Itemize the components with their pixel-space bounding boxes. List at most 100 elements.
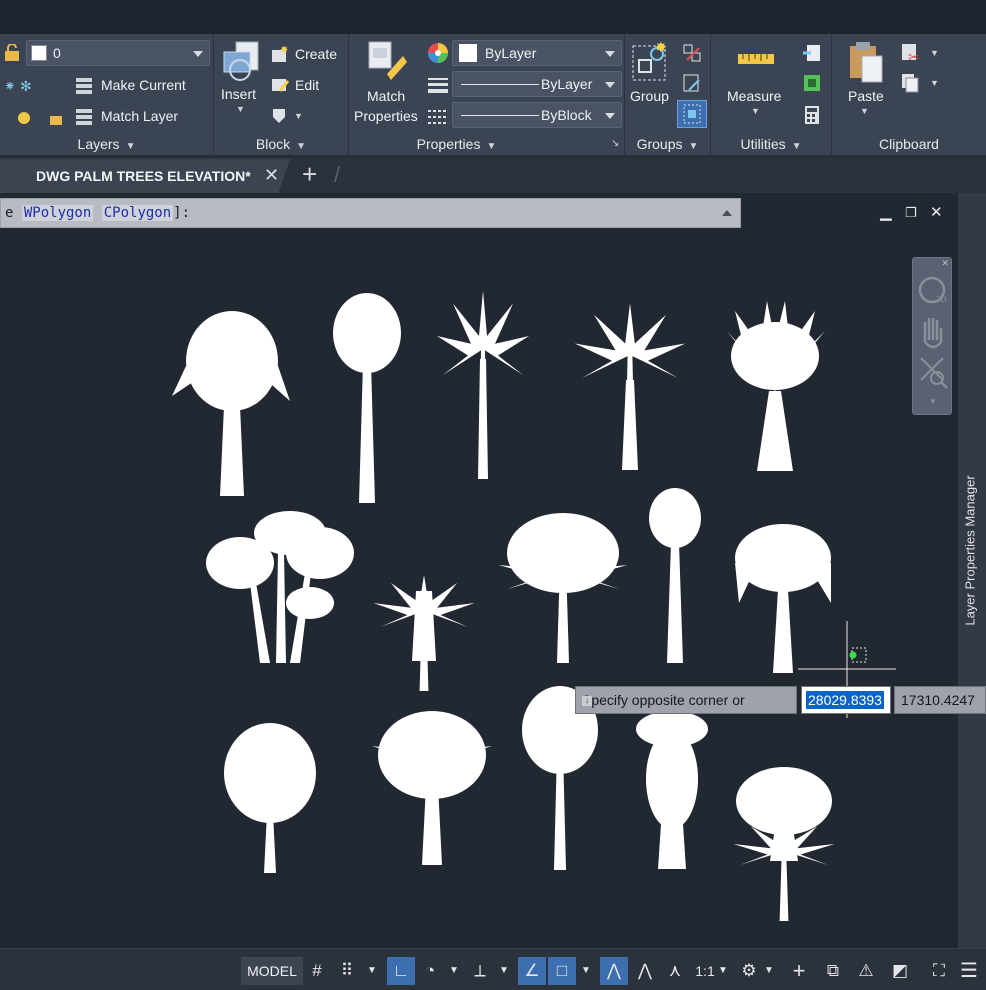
annotation-scale-icon[interactable]: ⋏ bbox=[662, 957, 688, 985]
title-bar bbox=[0, 0, 986, 34]
insert-button[interactable]: Insert bbox=[221, 86, 256, 102]
chevron-up-icon[interactable] bbox=[722, 210, 732, 216]
match-properties-icon[interactable] bbox=[367, 40, 409, 87]
drawing-canvas[interactable] bbox=[0, 193, 958, 948]
measure-button[interactable]: Measure bbox=[727, 88, 781, 104]
match-layer-icon[interactable] bbox=[74, 105, 96, 132]
group-button[interactable]: Group bbox=[630, 88, 669, 104]
color-dropdown[interactable]: ByLayer bbox=[452, 40, 622, 66]
layer-dropdown[interactable]: 0 bbox=[26, 40, 210, 66]
edit-button[interactable]: Edit bbox=[295, 77, 319, 93]
linetype-icon[interactable] bbox=[427, 108, 449, 131]
annotation-visibility-icon[interactable]: ⋀ bbox=[600, 957, 628, 985]
plus-icon[interactable]: + bbox=[786, 957, 812, 985]
group-edit-icon[interactable] bbox=[681, 72, 703, 99]
fullscreen-icon[interactable]: ⛶ bbox=[926, 957, 952, 985]
snap-mode-icon[interactable]: ⠿ bbox=[336, 957, 358, 985]
close-icon[interactable]: ✕ bbox=[264, 165, 279, 186]
group-selection-toggle[interactable] bbox=[677, 100, 707, 128]
measure-dropdown-icon[interactable]: ▼ bbox=[751, 106, 760, 116]
pan-hand-icon[interactable] bbox=[923, 318, 943, 349]
close-icon[interactable]: ✕ bbox=[930, 203, 943, 221]
layer-properties-palette-tab[interactable]: Layer Properties Manager bbox=[958, 193, 986, 948]
paste-button[interactable]: Paste bbox=[848, 88, 884, 104]
chevron-down-icon[interactable]: ▼ bbox=[762, 957, 776, 985]
command-line[interactable]: e WPolygon CPolygon]: bbox=[0, 198, 741, 228]
option-wpolygon[interactable]: WPolygon bbox=[21, 205, 94, 221]
insert-dropdown-icon[interactable]: ▼ bbox=[236, 104, 245, 114]
steering-wheel-icon[interactable]: 2D bbox=[918, 276, 946, 304]
clean-screen-icon[interactable]: ◩ bbox=[886, 957, 914, 985]
edit-block-icon[interactable] bbox=[270, 75, 290, 100]
paste-icon[interactable] bbox=[846, 40, 886, 89]
make-current-button[interactable]: Make Current bbox=[101, 77, 186, 93]
properties-panel-title[interactable]: Properties ▼ bbox=[349, 134, 624, 154]
select-all-icon[interactable] bbox=[801, 72, 823, 99]
make-current-icon[interactable] bbox=[74, 74, 96, 101]
line-sample bbox=[461, 84, 539, 85]
layers-panel-title[interactable]: Layers ▼ bbox=[0, 134, 213, 154]
match-properties-line1[interactable]: Match bbox=[367, 88, 405, 104]
create-button[interactable]: Create bbox=[295, 46, 337, 62]
utilities-panel-title[interactable]: Utilities ▼ bbox=[711, 134, 831, 154]
palm-tree bbox=[172, 311, 290, 496]
create-block-icon[interactable]: ✸ bbox=[270, 44, 290, 69]
lineweight-dropdown[interactable]: ByLayer bbox=[452, 71, 622, 97]
palm-tree bbox=[498, 513, 628, 663]
auto-scale-icon[interactable]: ⋀ bbox=[632, 957, 658, 985]
hardware-acceleration-icon[interactable]: ⚠ bbox=[852, 957, 880, 985]
insert-block-icon[interactable] bbox=[220, 40, 262, 89]
isodraft-icon[interactable]: ⟂ bbox=[468, 957, 492, 985]
chevron-down-icon[interactable]: ▼ bbox=[496, 957, 512, 985]
block-attribute-icon[interactable]: ▼ bbox=[270, 105, 306, 130]
calculator-icon[interactable] bbox=[801, 104, 823, 131]
chevron-down-icon[interactable]: ▼ bbox=[716, 957, 730, 985]
linetype-dropdown[interactable]: ByBlock bbox=[452, 102, 622, 128]
arrow-down-icon[interactable]: ↓ bbox=[582, 696, 592, 706]
chevron-down-icon[interactable]: ▼ bbox=[929, 397, 937, 406]
svg-text:✸: ✸ bbox=[280, 45, 288, 56]
restore-icon[interactable]: ❐ bbox=[905, 205, 917, 221]
object-snap-icon[interactable]: □ bbox=[548, 957, 576, 985]
clipboard-panel-title[interactable]: Clipboard bbox=[832, 134, 986, 154]
annotation-scale-value[interactable]: 1:1 bbox=[692, 957, 718, 985]
group-icon[interactable]: ✸ bbox=[631, 39, 671, 89]
zoom-extents-icon[interactable] bbox=[920, 357, 948, 389]
isolate-objects-icon[interactable]: ⧉ bbox=[820, 957, 846, 985]
chevron-down-icon[interactable]: ▼ bbox=[578, 957, 594, 985]
palm-tree bbox=[437, 290, 529, 479]
dynamic-input-y-field[interactable]: 17310.4247 bbox=[894, 686, 986, 714]
layer-properties-manager-label: Layer Properties Manager bbox=[962, 475, 978, 626]
block-panel: Insert ▼ ✸ Create Edit ▼ Block ▼ bbox=[214, 34, 349, 156]
polar-tracking-icon[interactable]: ◔ bbox=[418, 957, 442, 985]
option-cpolygon[interactable]: CPolygon bbox=[101, 205, 174, 221]
object-snap-tracking-icon[interactable]: ∠ bbox=[518, 957, 546, 985]
chevron-down-icon[interactable]: ▼ bbox=[446, 957, 462, 985]
new-tab-plus-icon[interactable]: + bbox=[302, 161, 317, 187]
color-wheel-icon[interactable] bbox=[427, 42, 449, 69]
paste-dropdown-icon[interactable]: ▼ bbox=[860, 106, 869, 116]
dynamic-input-x-field[interactable]: 28029.8393 bbox=[801, 686, 891, 714]
block-panel-title[interactable]: Block ▼ bbox=[214, 134, 348, 154]
layer-state-icon[interactable] bbox=[2, 108, 72, 133]
ungroup-icon[interactable] bbox=[681, 42, 703, 69]
copy-icon[interactable]: ▼ bbox=[900, 72, 940, 99]
freeze-icon[interactable]: ⁕ ✻ bbox=[2, 76, 42, 101]
minimize-icon[interactable]: ▁ bbox=[880, 203, 892, 221]
lock-icon[interactable] bbox=[2, 43, 22, 62]
match-layer-button[interactable]: Match Layer bbox=[101, 108, 178, 124]
lineweight-icon[interactable] bbox=[427, 76, 449, 99]
match-properties-line2[interactable]: Properties bbox=[354, 108, 418, 124]
grid-icon[interactable]: # bbox=[306, 957, 328, 985]
dialog-launcher-icon[interactable]: ↘ bbox=[611, 138, 619, 149]
groups-panel-title[interactable]: Groups ▼ bbox=[625, 134, 710, 154]
ortho-mode-icon[interactable]: ∟ bbox=[387, 957, 415, 985]
measure-icon[interactable] bbox=[737, 50, 777, 75]
cut-icon[interactable]: ✂ ▼ bbox=[900, 42, 940, 69]
model-space-button[interactable]: MODEL bbox=[241, 957, 303, 985]
tab-palm-trees-elevation[interactable]: DWG PALM TREES ELEVATION* ✕ bbox=[0, 159, 290, 193]
gear-icon[interactable]: ⚙ bbox=[736, 957, 762, 985]
chevron-down-icon[interactable]: ▼ bbox=[364, 957, 380, 985]
menu-icon[interactable]: ☰ bbox=[956, 957, 982, 985]
quick-select-icon[interactable] bbox=[801, 42, 823, 69]
